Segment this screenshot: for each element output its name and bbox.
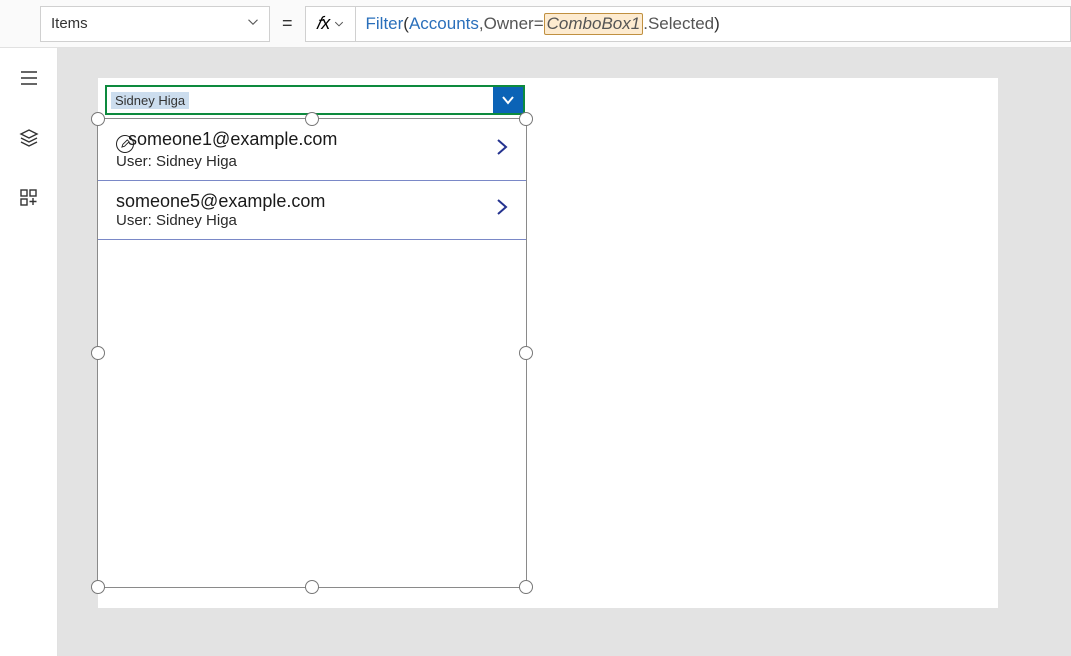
token-control-ref: ComboBox1 [544,13,644,35]
gallery-row[interactable]: someone5@example.comUser: Sidney Higa [98,181,526,240]
fx-label: 𝑓x [316,13,331,34]
row-subtitle: User: Sidney Higa [116,212,492,229]
design-canvas[interactable]: Sidney Higa someone1@example.comUser: Si… [58,48,1071,656]
token-column: Owner [484,14,534,34]
row-subtitle: User: Sidney Higa [116,153,492,170]
gallery-rows: someone1@example.comUser: Sidney Higasom… [98,119,526,240]
gallery-row[interactable]: someone1@example.comUser: Sidney Higa [98,119,526,181]
hamburger-icon[interactable] [19,68,39,93]
resize-handle[interactable] [519,580,533,594]
resize-handle[interactable] [519,112,533,126]
row-title: someone5@example.com [116,191,492,212]
formula-editor[interactable]: Filter ( Accounts , Owner = ComboBox1 .S… [355,6,1071,42]
chevron-right-icon[interactable] [492,197,512,222]
combobox-expand-button[interactable] [493,87,523,113]
formula-bar: Items = 𝑓x Filter ( Accounts , Owner = C… [0,0,1071,48]
token-table: Accounts [409,14,479,34]
row-title: someone1@example.com [116,129,492,153]
components-icon[interactable] [19,188,39,213]
token-function: Filter [366,14,404,34]
resize-handle[interactable] [91,346,105,360]
resize-handle[interactable] [305,580,319,594]
chevron-down-icon [247,15,259,32]
screen-artboard: Sidney Higa someone1@example.comUser: Si… [98,78,998,608]
property-selector[interactable]: Items [40,6,270,42]
chevron-right-icon[interactable] [492,137,512,162]
fx-button[interactable]: 𝑓x [305,6,355,42]
gallery-selection[interactable]: someone1@example.comUser: Sidney Higasom… [97,118,527,588]
resize-handle[interactable] [305,112,319,126]
token-property: .Selected [643,14,714,34]
combobox-owner[interactable]: Sidney Higa [105,85,525,115]
chevron-down-icon [500,92,516,108]
property-name: Items [51,15,88,32]
resize-handle[interactable] [91,580,105,594]
chevron-down-icon [334,19,344,29]
resize-handle[interactable] [91,112,105,126]
combobox-selected-chip: Sidney Higa [111,92,189,109]
layers-icon[interactable] [19,128,39,153]
token-paren-close: ) [714,14,720,34]
resize-handle[interactable] [519,346,533,360]
equals-sign: = [282,13,293,34]
left-toolbar [0,48,58,656]
